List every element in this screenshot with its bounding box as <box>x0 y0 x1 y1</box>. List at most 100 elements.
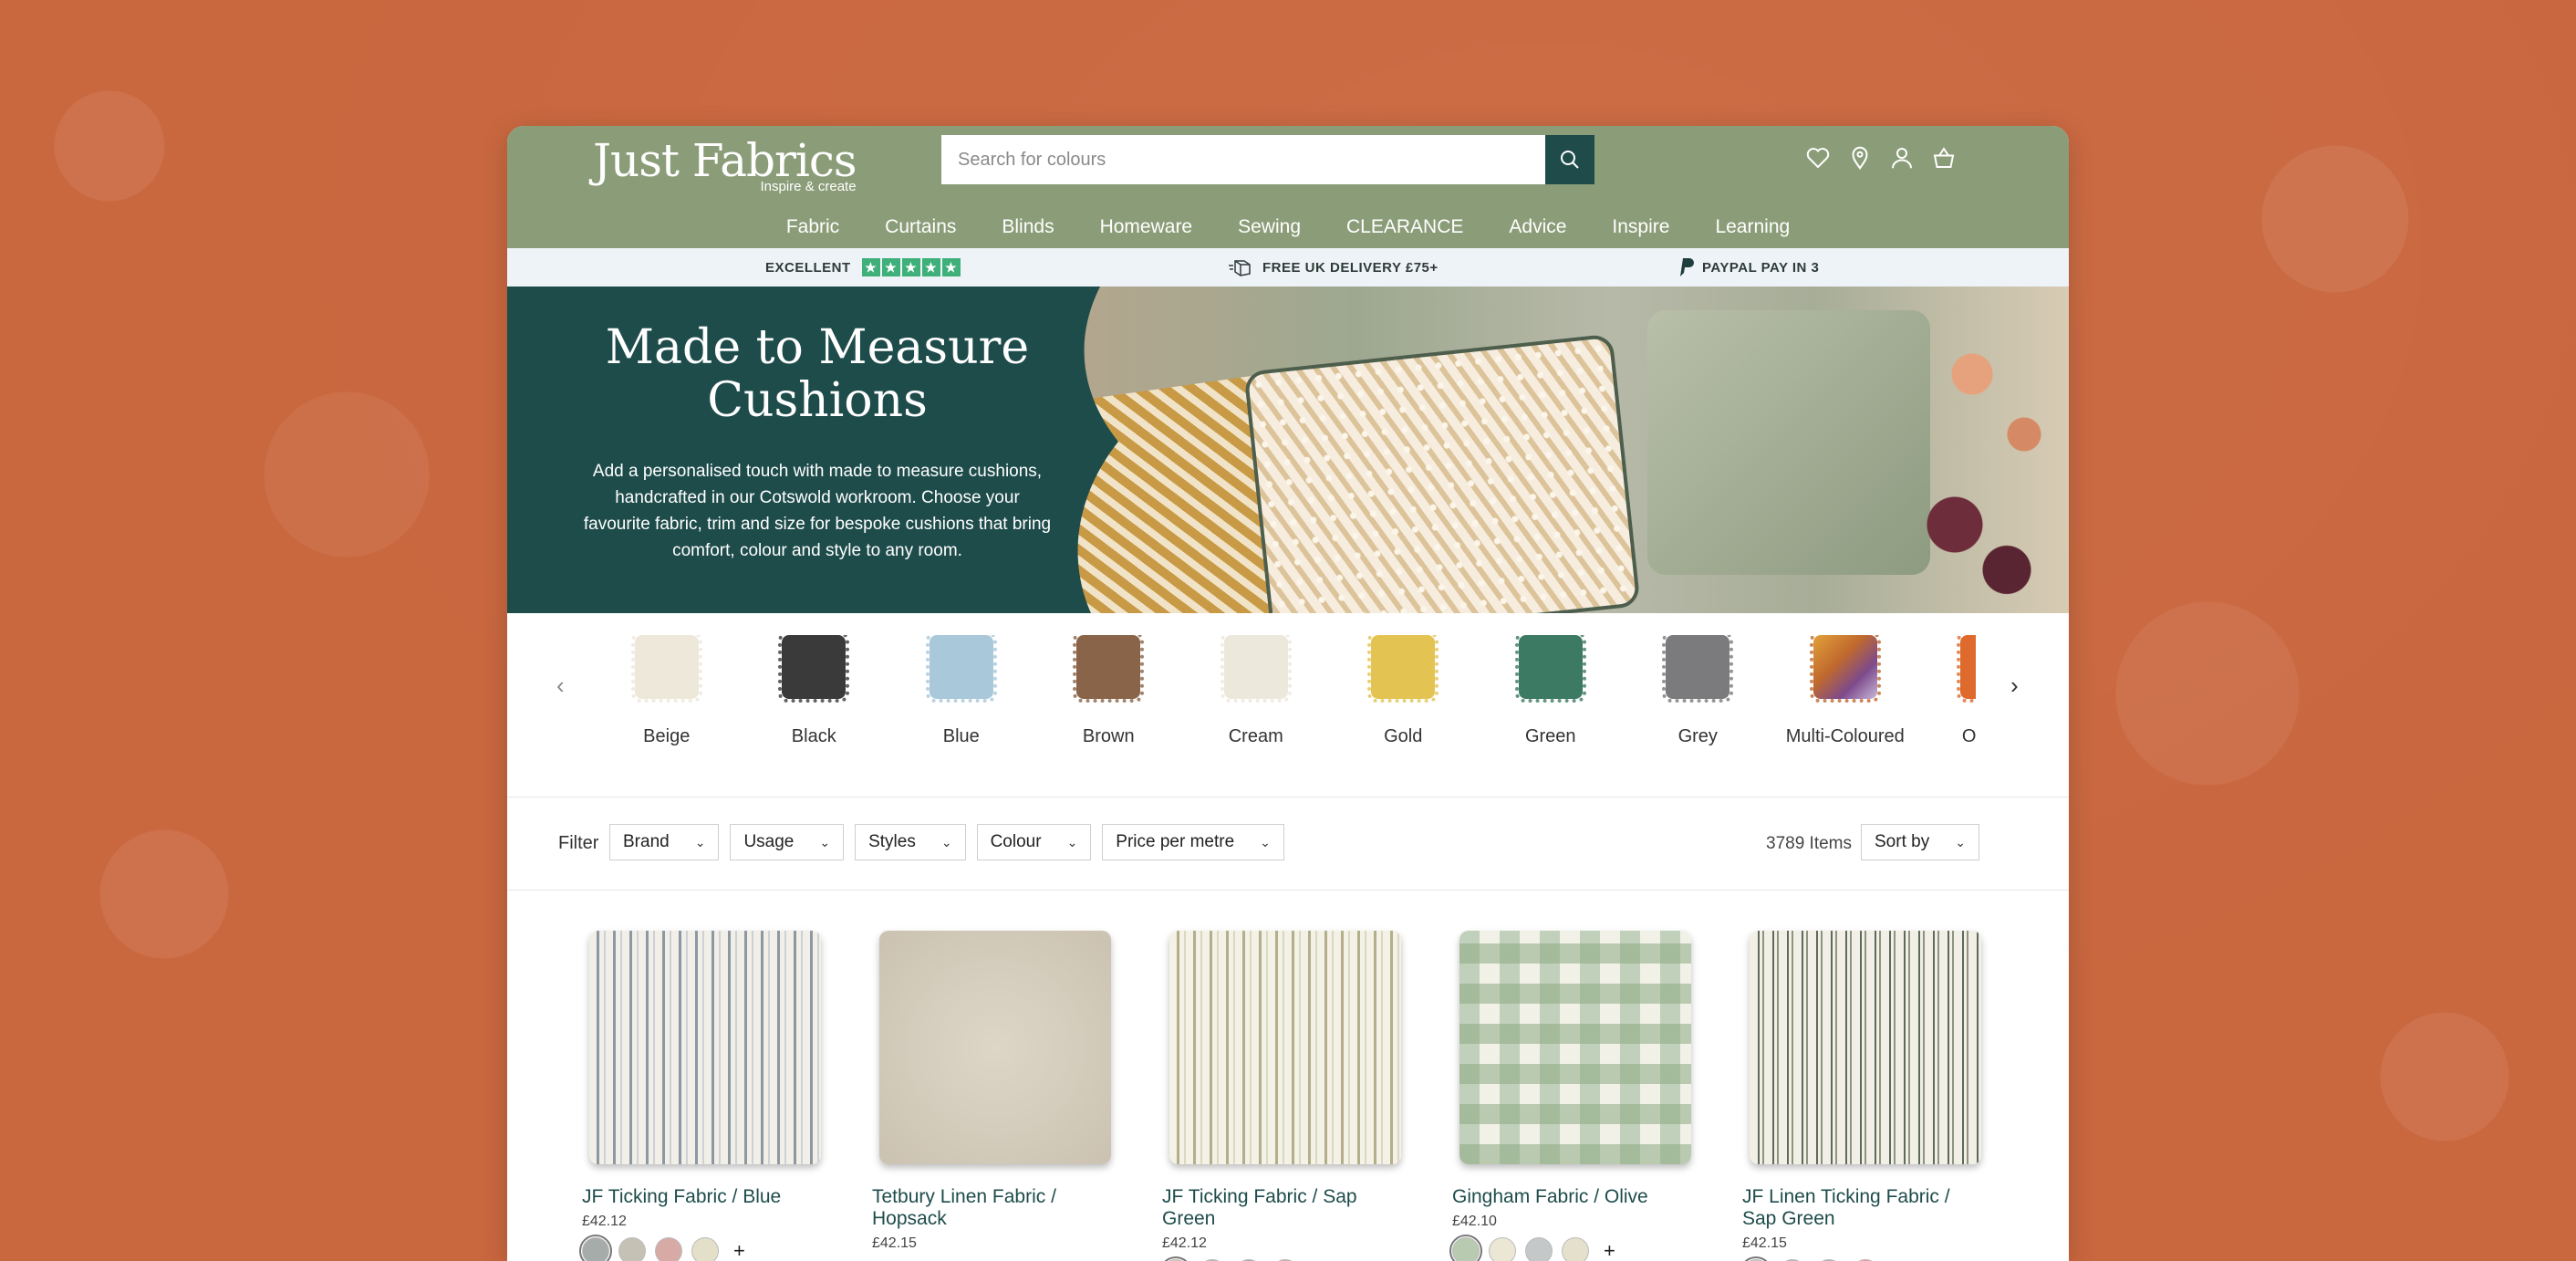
chevron-left-icon[interactable]: ‹ <box>556 672 565 700</box>
chevron-down-icon: ⌄ <box>940 834 952 849</box>
colour-item-orange[interactable]: Orange <box>1919 635 1976 781</box>
product-colour-swatch[interactable] <box>1562 1237 1589 1261</box>
product-card[interactable]: Gingham Fabric / Olive £42.10 + <box>1449 931 1698 1261</box>
colour-item-grey[interactable]: Grey <box>1625 635 1772 781</box>
colour-swatch <box>1220 635 1292 703</box>
filter-styles[interactable]: Styles ⌄ <box>855 824 966 860</box>
nav-item-inspire[interactable]: Inspire <box>1612 216 1669 238</box>
filter-brand[interactable]: Brand ⌄ <box>609 824 720 860</box>
filter-colour[interactable]: Colour ⌄ <box>976 824 1092 860</box>
browser-page: Just Fabrics Inspire & create Fabric Cur… <box>507 126 2069 1261</box>
colour-item-multi-coloured[interactable]: Multi-Coloured <box>1771 635 1919 781</box>
product-title[interactable]: JF Ticking Fabric / Blue <box>582 1186 828 1208</box>
more-colours-icon[interactable]: + <box>733 1239 745 1261</box>
more-colours-icon[interactable]: + <box>1604 1239 1615 1261</box>
colour-label: Beige <box>643 726 691 746</box>
product-title[interactable]: JF Ticking Fabric / Sap Green <box>1162 1186 1408 1230</box>
product-colour-swatch[interactable] <box>618 1237 646 1261</box>
paypal-icon <box>1680 258 1694 276</box>
hero-text: Made to Measure Cushions Add a personali… <box>580 321 1054 564</box>
chevron-down-icon: ⌄ <box>1066 834 1078 849</box>
colour-swatch <box>630 635 702 703</box>
colour-label: Black <box>791 726 836 746</box>
product-image[interactable] <box>1459 931 1691 1164</box>
trustpilot-rating[interactable]: EXCELLENT ★ ★ ★ ★ ★ <box>765 248 961 287</box>
logo-tagline: Inspire & create <box>760 179 857 194</box>
location-pin-icon[interactable] <box>1846 144 1872 173</box>
nav-item-sewing[interactable]: Sewing <box>1238 216 1301 238</box>
colour-item-cream[interactable]: Cream <box>1182 635 1330 781</box>
colour-item-beige[interactable]: Beige <box>593 635 741 781</box>
nav-item-advice[interactable]: Advice <box>1509 216 1566 238</box>
colour-label: Grey <box>1678 726 1718 746</box>
product-colour-swatch[interactable] <box>1489 1237 1516 1261</box>
product-swatches: + <box>1449 1235 1698 1261</box>
basket-icon[interactable] <box>1930 144 1956 173</box>
product-image[interactable] <box>589 931 821 1164</box>
paypal-text: PAYPAL PAY IN 3 <box>1702 259 1820 276</box>
product-colour-swatch[interactable] <box>691 1237 719 1261</box>
heart-icon[interactable] <box>1804 144 1830 173</box>
colour-label: Green <box>1524 726 1576 746</box>
filter-bar: Filter Brand ⌄ Usage ⌄ Styles ⌄ Colour ⌄ Pri… <box>507 797 2069 891</box>
nav-item-homeware[interactable]: Homeware <box>1100 216 1193 238</box>
colour-item-blue[interactable]: Blue <box>888 635 1035 781</box>
colour-swatch <box>1957 635 1976 703</box>
filter-price-label: Price per metre <box>1116 832 1235 851</box>
product-price: £42.15 <box>1742 1235 1787 1251</box>
colour-label: Brown <box>1082 726 1135 746</box>
hero-title: Made to Measure Cushions <box>605 320 1030 428</box>
product-card[interactable]: JF Ticking Fabric / Blue £42.12 + <box>579 931 828 1261</box>
colour-label: Multi-Coloured <box>1785 726 1905 746</box>
nav-item-learning[interactable]: Learning <box>1715 216 1790 238</box>
delivery-info: FREE UK DELIVERY £75+ <box>1228 248 1439 287</box>
star-icon: ★ <box>881 258 900 276</box>
product-title[interactable]: JF Linen Ticking Fabric / Sap Green <box>1742 1186 1989 1230</box>
account-icon[interactable] <box>1888 144 1914 173</box>
chevron-right-icon[interactable]: › <box>2010 672 2019 700</box>
colour-carousel: ‹ Beige Black Blue Brown Cream Gold Green Grey M… <box>507 613 2069 797</box>
colour-item-green[interactable]: Green <box>1477 635 1625 781</box>
colour-item-brown[interactable]: Brown <box>1035 635 1183 781</box>
search-button[interactable] <box>1545 135 1594 184</box>
delivery-box-icon <box>1229 260 1251 276</box>
product-colour-swatch[interactable] <box>1449 1235 1482 1261</box>
product-image[interactable] <box>1169 931 1401 1164</box>
search-input[interactable] <box>941 135 1545 184</box>
rating-text: EXCELLENT <box>765 259 851 276</box>
product-colour-swatch[interactable] <box>579 1235 612 1261</box>
filter-price[interactable]: Price per metre ⌄ <box>1102 824 1284 860</box>
filter-usage-label: Usage <box>743 832 795 851</box>
nav-item-blinds[interactable]: Blinds <box>1002 216 1054 238</box>
nav-item-curtains[interactable]: Curtains <box>885 216 956 238</box>
colour-item-gold[interactable]: Gold <box>1330 635 1478 781</box>
trust-bar: EXCELLENT ★ ★ ★ ★ ★ FREE UK DELIVERY £75… <box>507 248 2069 287</box>
colour-swatch <box>925 635 997 703</box>
star-icon: ★ <box>921 258 940 276</box>
filter-label: Filter <box>558 833 599 853</box>
filter-buttons: Brand ⌄ Usage ⌄ Styles ⌄ Colour ⌄ Price per … <box>609 824 1284 860</box>
product-image[interactable] <box>1750 931 1981 1164</box>
star-icon: ★ <box>861 258 880 276</box>
sort-dropdown[interactable]: Sort by ⌄ <box>1861 824 1979 860</box>
filter-brand-label: Brand <box>623 832 670 851</box>
search-bar <box>941 135 1594 184</box>
logo[interactable]: Just Fabrics Inspire & create <box>593 135 857 194</box>
product-title[interactable]: Tetbury Linen Fabric / Hopsack <box>872 1186 1118 1230</box>
colour-item-black[interactable]: Black <box>741 635 888 781</box>
nav-item-fabric[interactable]: Fabric <box>786 216 839 238</box>
colour-label: Cream <box>1228 726 1283 746</box>
product-card[interactable]: JF Ticking Fabric / Sap Green£42.12+ <box>1159 931 1408 1261</box>
colour-swatch <box>1367 635 1439 703</box>
filter-colour-label: Colour <box>990 832 1042 851</box>
product-colour-swatch[interactable] <box>1525 1237 1553 1261</box>
colour-swatch <box>778 635 850 703</box>
product-card[interactable]: Tetbury Linen Fabric / Hopsack £42.15 <box>872 931 1118 1252</box>
nav-item-clearance[interactable]: CLEARANCE <box>1346 216 1463 238</box>
product-card[interactable]: JF Linen Ticking Fabric / Sap Green £42.1… <box>1740 931 1989 1261</box>
product-image[interactable] <box>879 931 1111 1164</box>
product-colour-swatch[interactable] <box>655 1237 682 1261</box>
hero-flowers <box>1903 314 2069 613</box>
product-title[interactable]: Gingham Fabric / Olive <box>1452 1186 1698 1208</box>
filter-usage[interactable]: Usage ⌄ <box>730 824 845 860</box>
